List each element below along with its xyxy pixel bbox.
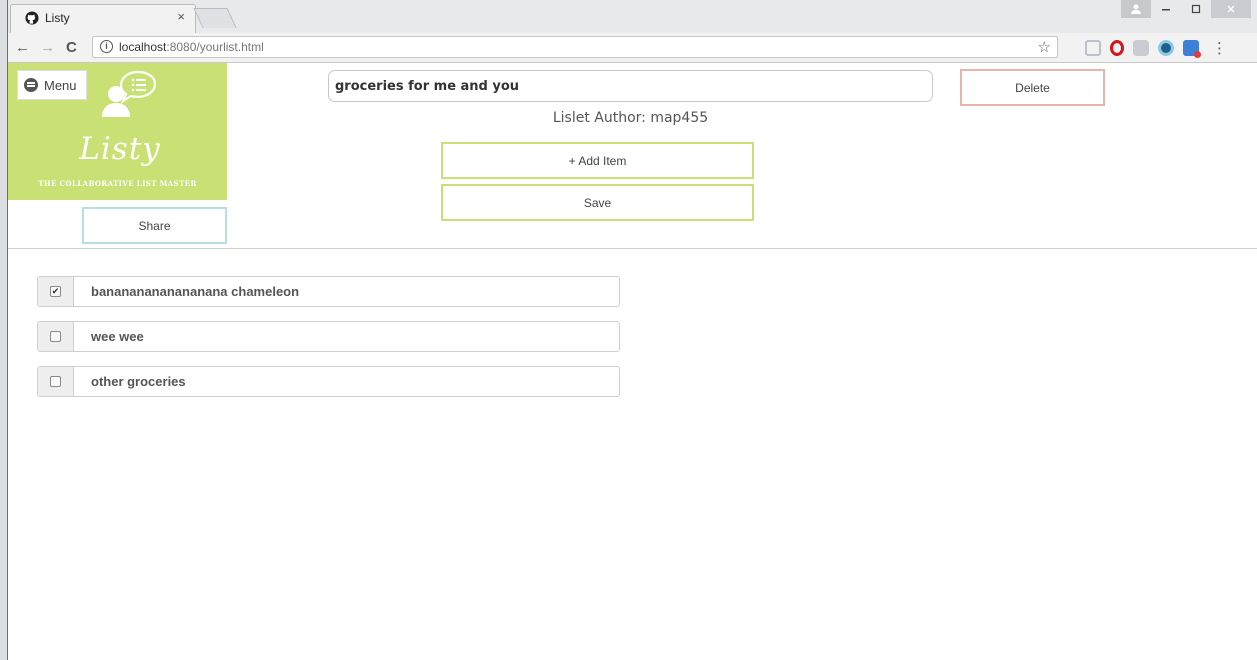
back-arrow-icon[interactable]: ←	[15, 39, 30, 56]
menu-icon	[24, 78, 38, 92]
browser-tab[interactable]: Listy ×	[10, 4, 196, 33]
maximize-icon[interactable]	[1181, 0, 1211, 18]
logo-panel: Menu Listy THE COLLABORATIVE LIST MASTER	[8, 63, 227, 200]
item-checkbox[interactable]	[50, 376, 61, 387]
window-controls	[1121, 0, 1251, 20]
tab-close-icon[interactable]: ×	[177, 9, 185, 24]
list-title-input[interactable]	[328, 70, 933, 102]
menu-label: Menu	[44, 77, 77, 93]
profile-icon[interactable]	[1121, 0, 1151, 18]
url-path: :8080/yourlist.html	[166, 40, 264, 54]
page-content: Menu Listy THE COLLABORATIVE LIST MASTER…	[8, 63, 1257, 660]
logo-tagline: THE COLLABORATIVE LIST MASTER	[38, 179, 197, 188]
extension-icon[interactable]	[1133, 40, 1149, 56]
list-item: wee wee	[37, 321, 620, 352]
address-bar[interactable]: i localhost:8080/yourlist.html ☆	[92, 36, 1058, 58]
minimize-icon[interactable]	[1151, 0, 1181, 18]
logo-wordmark: Listy	[79, 131, 161, 167]
delete-button[interactable]: Delete	[960, 69, 1105, 106]
extension-icon[interactable]	[1085, 40, 1101, 56]
divider	[8, 248, 1257, 249]
reload-icon[interactable]: C	[66, 39, 77, 56]
url-host: localhost	[119, 40, 167, 54]
logo-person-icon	[102, 70, 157, 117]
item-check-cell	[38, 322, 74, 351]
item-check-cell: ✔	[38, 277, 74, 306]
bookmark-star-icon[interactable]: ☆	[1038, 38, 1051, 56]
item-check-cell	[38, 367, 74, 396]
item-checkbox[interactable]: ✔	[50, 286, 61, 297]
extension-icon[interactable]	[1158, 40, 1174, 56]
new-tab-button[interactable]	[193, 8, 237, 28]
window-edge	[0, 0, 8, 660]
opera-icon[interactable]	[1110, 40, 1124, 56]
item-list: ✔ banananananananana chameleon wee wee o…	[37, 276, 620, 411]
browser-tab-strip: Listy ×	[0, 0, 1257, 33]
extension-icon[interactable]	[1183, 40, 1201, 58]
item-text[interactable]: other groceries	[74, 367, 619, 396]
item-text[interactable]: wee wee	[74, 322, 619, 351]
forward-arrow-icon[interactable]: →	[40, 39, 55, 56]
github-icon	[25, 11, 39, 25]
save-button[interactable]: Save	[441, 184, 754, 221]
tab-title: Listy	[45, 11, 70, 25]
list-author: Lislet Author: map455	[552, 110, 709, 126]
menu-button[interactable]: Menu	[17, 70, 87, 100]
url-text: localhost:8080/yourlist.html	[119, 40, 264, 54]
item-checkbox[interactable]	[50, 331, 61, 342]
add-item-button[interactable]: + Add Item	[441, 142, 754, 179]
list-item: ✔ banananananananana chameleon	[37, 276, 620, 307]
browser-menu-icon[interactable]: ⋮	[1212, 39, 1227, 57]
close-window-icon[interactable]	[1211, 0, 1251, 18]
extension-icons: ⋮	[1085, 39, 1227, 58]
share-button[interactable]: Share	[82, 207, 227, 244]
list-item: other groceries	[37, 366, 620, 397]
item-text[interactable]: banananananananana chameleon	[74, 277, 619, 306]
site-info-icon[interactable]: i	[100, 40, 113, 53]
browser-toolbar: ← → C i localhost:8080/yourlist.html ☆ ⋮	[0, 33, 1257, 63]
